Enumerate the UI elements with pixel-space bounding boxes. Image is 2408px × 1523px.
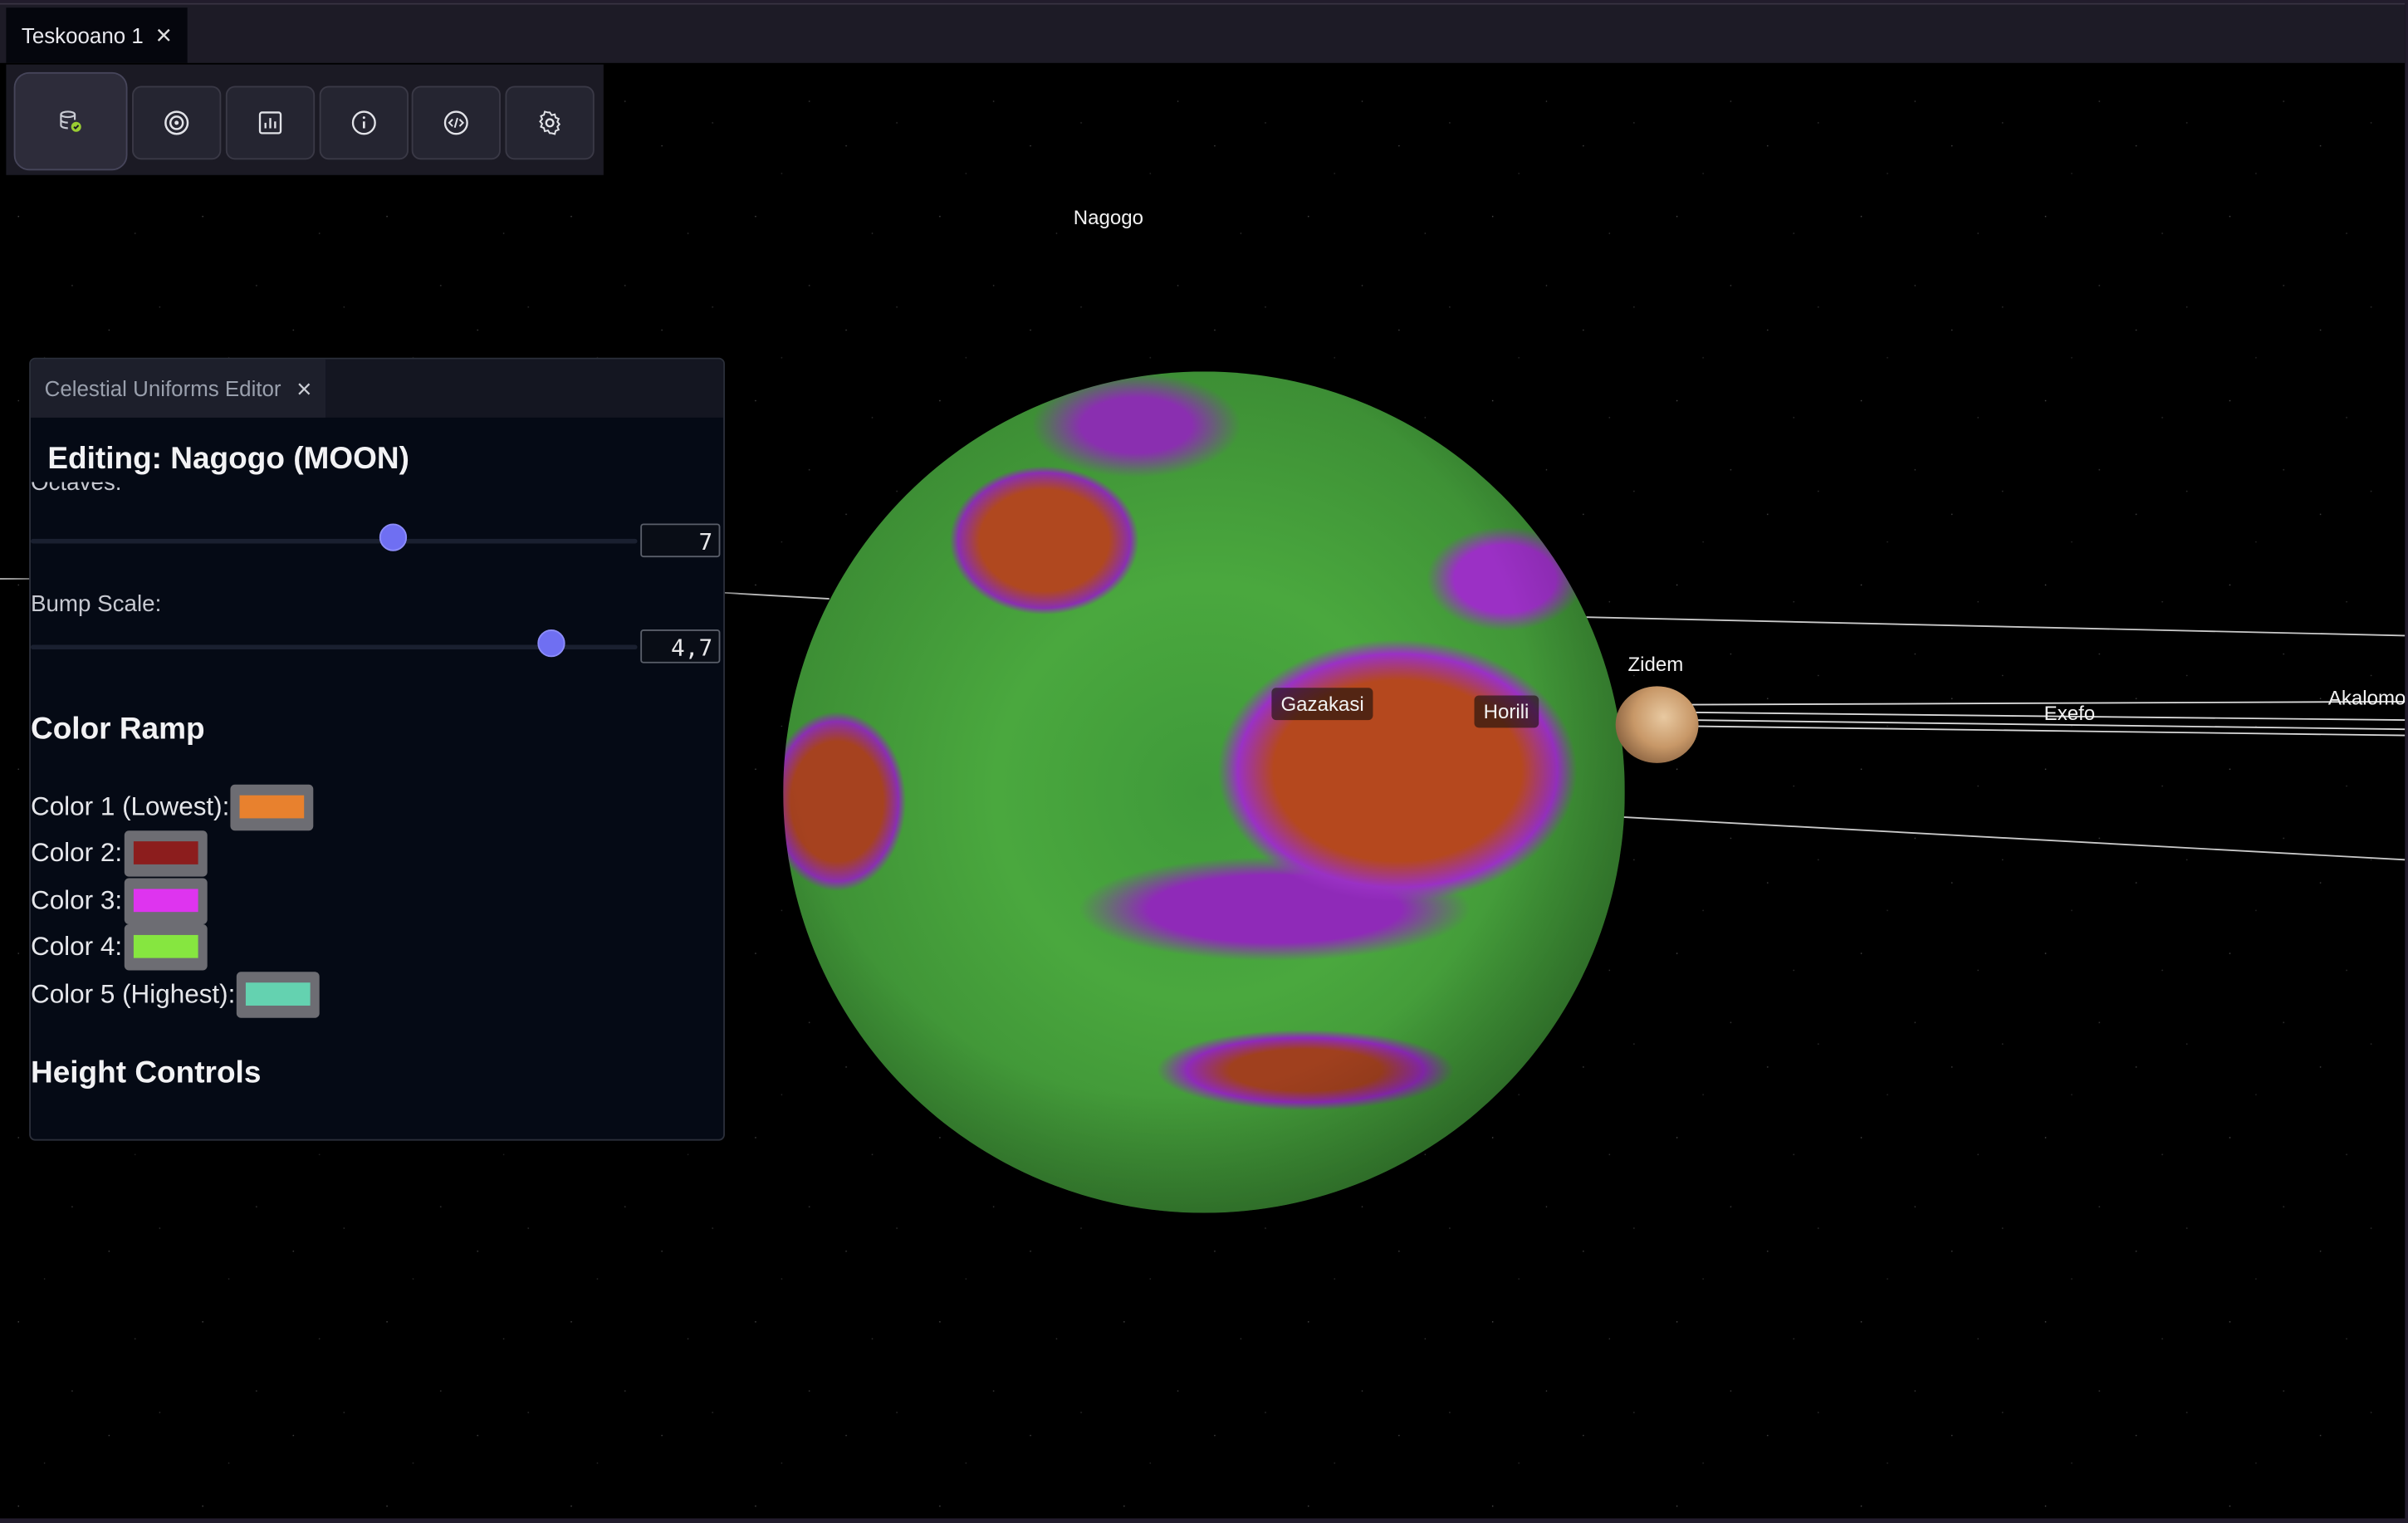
target-icon — [164, 110, 189, 135]
color-4-swatch[interactable] — [123, 923, 207, 971]
color-1-fill — [240, 795, 306, 819]
editor-tab-bar: Celestial Uniforms Editor × — [30, 359, 724, 418]
color-5-swatch[interactable] — [237, 972, 321, 1018]
code-button[interactable] — [411, 86, 501, 160]
close-icon[interactable]: × — [156, 22, 172, 49]
color-row-3: Color 3: — [30, 878, 207, 924]
color-3-label: Color 3: — [30, 885, 123, 915]
color-2-label: Color 2: — [30, 838, 123, 868]
code-icon — [443, 110, 468, 135]
color-4-label: Color 4: — [30, 932, 123, 962]
octaves-label: Octaves: — [30, 482, 122, 497]
window-tab-bar: Teskooano 1 × — [0, 4, 2406, 63]
height-controls-heading: Height Controls — [30, 1055, 262, 1090]
info-button[interactable] — [319, 86, 409, 160]
color-row-1: Color 1 (Lowest): — [30, 784, 315, 831]
settings-button[interactable] — [505, 86, 595, 160]
tab-celestial-uniforms-editor[interactable]: Celestial Uniforms Editor × — [30, 359, 326, 418]
color-5-label: Color 5 (Highest): — [30, 979, 236, 1009]
color-4-fill — [133, 934, 198, 958]
bump-scale-slider-thumb[interactable] — [537, 629, 565, 658]
tab-teskooano-1[interactable]: Teskooano 1 × — [6, 7, 188, 63]
octaves-input[interactable]: 7 — [640, 523, 721, 558]
label-nagogo[interactable]: Nagogo — [1074, 206, 1143, 229]
label-akalomo[interactable]: Akalomo — [2328, 686, 2405, 709]
color-1-label: Color 1 (Lowest): — [30, 791, 230, 822]
chart-icon — [258, 111, 282, 135]
planet-nagogo[interactable] — [783, 371, 1625, 1213]
octaves-slider[interactable] — [30, 538, 638, 544]
color-3-swatch[interactable] — [123, 878, 207, 924]
color-row-2: Color 2: — [30, 830, 207, 877]
color-2-swatch[interactable] — [123, 830, 207, 877]
target-button[interactable] — [132, 86, 222, 160]
toolbar — [6, 64, 604, 175]
color-row-5: Color 5 (Highest): — [30, 972, 321, 1018]
moon-zidem[interactable] — [1615, 686, 1699, 763]
bump-scale-input[interactable]: 4,7 — [640, 629, 721, 664]
color-2-fill — [133, 841, 198, 864]
octaves-label-clipped: Octaves: — [31, 482, 723, 501]
editor-heading: Editing: Nagogo (MOON) — [47, 442, 409, 477]
label-zidem[interactable]: Zidem — [1627, 653, 1683, 676]
color-1-swatch[interactable] — [231, 784, 315, 831]
octaves-slider-thumb[interactable] — [379, 523, 408, 551]
chart-button[interactable] — [225, 86, 316, 160]
info-icon — [351, 110, 376, 135]
gear-icon — [539, 110, 561, 135]
color-5-fill — [246, 982, 311, 1006]
celestial-uniforms-editor: Celestial Uniforms Editor × Editing: Nag… — [29, 357, 725, 1141]
label-exefo[interactable]: Exefo — [2044, 702, 2095, 725]
label-horili[interactable]: Horili — [1474, 695, 1539, 728]
bump-scale-label: Bump Scale: — [30, 590, 162, 618]
viewport-window: Nagogo Gazakasi Horili Zidem Exefo Akalo… — [0, 2, 2406, 1519]
color-row-4: Color 4: — [30, 923, 207, 971]
focus-button[interactable] — [13, 71, 128, 171]
label-gazakasi[interactable]: Gazakasi — [1271, 688, 1373, 721]
color-3-fill — [133, 889, 198, 913]
focus-database-icon — [60, 110, 81, 132]
color-ramp-heading: Color Ramp — [30, 712, 205, 747]
close-icon[interactable]: × — [296, 375, 311, 401]
editor-tab-label: Celestial Uniforms Editor — [44, 375, 281, 401]
tab-title: Teskooano 1 — [21, 22, 144, 48]
